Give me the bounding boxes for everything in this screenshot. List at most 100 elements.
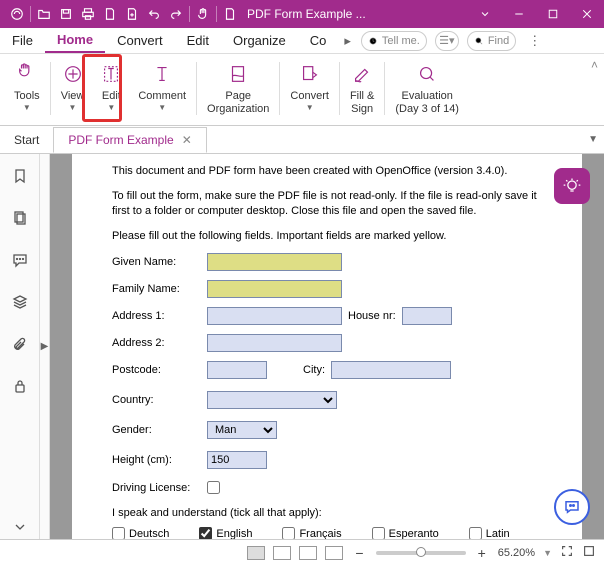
- menu-overflow[interactable]: ▸: [338, 33, 357, 49]
- tab-start[interactable]: Start: [0, 128, 53, 152]
- zoom-out-button[interactable]: −: [351, 545, 367, 561]
- select-gender[interactable]: Man: [207, 421, 277, 439]
- main-area: ▶ This document and PDF form have been c…: [0, 154, 604, 539]
- page-icon[interactable]: [99, 0, 121, 28]
- doc-intro-1: This document and PDF form have been cre…: [112, 164, 552, 179]
- ribbon-evaluation[interactable]: Evaluation (Day 3 of 14): [387, 58, 467, 125]
- document-tabs: Start PDF Form Example ✕ ▼: [0, 126, 604, 154]
- zoom-in-button[interactable]: +: [474, 545, 490, 561]
- input-address2[interactable]: [207, 334, 342, 352]
- ribbon-comment[interactable]: Comment ▼: [130, 58, 194, 125]
- view-two-continuous[interactable]: [325, 546, 343, 560]
- ribbon-tools[interactable]: Tools ▼: [6, 58, 48, 125]
- ribbon-edit[interactable]: Edit ▼: [92, 58, 130, 125]
- pdf-page: This document and PDF form have been cre…: [72, 154, 582, 539]
- window-title: PDF Form Example ...: [241, 7, 468, 21]
- tabs-dropdown[interactable]: ▼: [588, 134, 598, 145]
- security-icon[interactable]: [8, 374, 32, 398]
- input-height[interactable]: [207, 451, 267, 469]
- chat-button[interactable]: [554, 489, 590, 525]
- app-logo-icon[interactable]: [6, 0, 28, 28]
- checkbox-francais[interactable]: [282, 527, 295, 539]
- help-dropdown[interactable]: [468, 0, 502, 28]
- doc-intro-3: Please fill out the following fields. Im…: [112, 229, 552, 244]
- tab-document[interactable]: PDF Form Example ✕: [53, 127, 206, 153]
- menu-organize[interactable]: Organize: [221, 29, 298, 52]
- bookmark-icon[interactable]: [8, 164, 32, 188]
- input-family-name[interactable]: [207, 280, 342, 298]
- close-button[interactable]: [570, 0, 604, 28]
- layers-icon[interactable]: [8, 290, 32, 314]
- title-bar: PDF Form Example ...: [0, 0, 604, 28]
- fit-page-button[interactable]: [582, 544, 596, 561]
- label-address1: Address 1:: [112, 310, 207, 322]
- view-continuous[interactable]: [273, 546, 291, 560]
- undo-icon[interactable]: [143, 0, 165, 28]
- checkbox-esperanto[interactable]: [372, 527, 385, 539]
- checkbox-latin[interactable]: [469, 527, 482, 539]
- hint-bulb-button[interactable]: [554, 168, 590, 204]
- sidebar-expand-handle[interactable]: ▶: [40, 154, 50, 539]
- ribbon-view[interactable]: View ▼: [53, 58, 93, 125]
- menu-more[interactable]: Co: [298, 29, 339, 52]
- view-single-page[interactable]: [247, 546, 265, 560]
- label-address2: Address 2:: [112, 337, 207, 349]
- tellme-placeholder: Tell me.: [382, 35, 420, 47]
- new-page-icon[interactable]: [121, 0, 143, 28]
- print-icon[interactable]: [77, 0, 99, 28]
- label-height: Height (cm):: [112, 454, 207, 466]
- save-icon[interactable]: [55, 0, 77, 28]
- checkbox-deutsch[interactable]: [112, 527, 125, 539]
- menu-edit[interactable]: Edit: [175, 29, 221, 52]
- input-given-name[interactable]: [207, 253, 342, 271]
- menu-kebab[interactable]: ⋮: [520, 33, 549, 49]
- label-postcode: Postcode:: [112, 364, 207, 376]
- filter-button[interactable]: ☰▾: [435, 31, 459, 51]
- menu-home[interactable]: Home: [45, 28, 105, 53]
- menu-convert[interactable]: Convert: [105, 29, 175, 52]
- side-nav: [0, 154, 40, 539]
- select-country[interactable]: [207, 391, 337, 409]
- doc-intro-2: To fill out the form, make sure the PDF …: [112, 189, 552, 219]
- input-house-nr[interactable]: [402, 307, 452, 325]
- input-postcode[interactable]: [207, 361, 267, 379]
- document-viewport[interactable]: This document and PDF form have been cre…: [50, 154, 604, 539]
- status-bar: − + 65.20% ▼: [0, 539, 604, 565]
- open-icon[interactable]: [33, 0, 55, 28]
- sidebar-more-icon[interactable]: [8, 515, 32, 539]
- input-city[interactable]: [331, 361, 451, 379]
- menu-bar: File Home Convert Edit Organize Co ▸ Tel…: [0, 28, 604, 54]
- zoom-dropdown[interactable]: ▼: [543, 548, 552, 558]
- checkbox-english[interactable]: [199, 527, 212, 539]
- input-address1[interactable]: [207, 307, 342, 325]
- label-gender: Gender:: [112, 424, 207, 436]
- tellme-search[interactable]: Tell me.: [361, 31, 427, 51]
- redo-icon[interactable]: [165, 0, 187, 28]
- menu-file[interactable]: File: [0, 29, 45, 52]
- zoom-slider[interactable]: [376, 551, 466, 555]
- ribbon-page-org[interactable]: Page Organization: [199, 58, 277, 125]
- view-two-page[interactable]: [299, 546, 317, 560]
- ribbon-fill-sign[interactable]: Fill & Sign: [342, 58, 382, 125]
- ribbon-convert[interactable]: Convert ▼: [282, 58, 337, 125]
- label-driving: Driving License:: [112, 482, 207, 494]
- find-placeholder: Find: [488, 35, 509, 47]
- ribbon-collapse[interactable]: ˄: [591, 58, 598, 72]
- tab-close-icon[interactable]: ✕: [182, 133, 192, 147]
- label-given-name: Given Name:: [112, 256, 207, 268]
- find-search[interactable]: Find: [467, 31, 516, 51]
- language-checkboxes: Deutsch English Français Esperanto Latin: [112, 527, 552, 539]
- label-city: City:: [303, 364, 325, 376]
- minimize-button[interactable]: [502, 0, 536, 28]
- label-lang-intro: I speak and understand (tick all that ap…: [112, 506, 552, 521]
- label-family-name: Family Name:: [112, 283, 207, 295]
- title-doc-icon: [219, 0, 241, 28]
- label-house-nr: House nr:: [348, 310, 396, 322]
- checkbox-driving[interactable]: [207, 481, 220, 494]
- maximize-button[interactable]: [536, 0, 570, 28]
- hand-icon[interactable]: [192, 0, 214, 28]
- comments-icon[interactable]: [8, 248, 32, 272]
- pages-icon[interactable]: [8, 206, 32, 230]
- fullscreen-button[interactable]: [560, 544, 574, 561]
- attachments-icon[interactable]: [8, 332, 32, 356]
